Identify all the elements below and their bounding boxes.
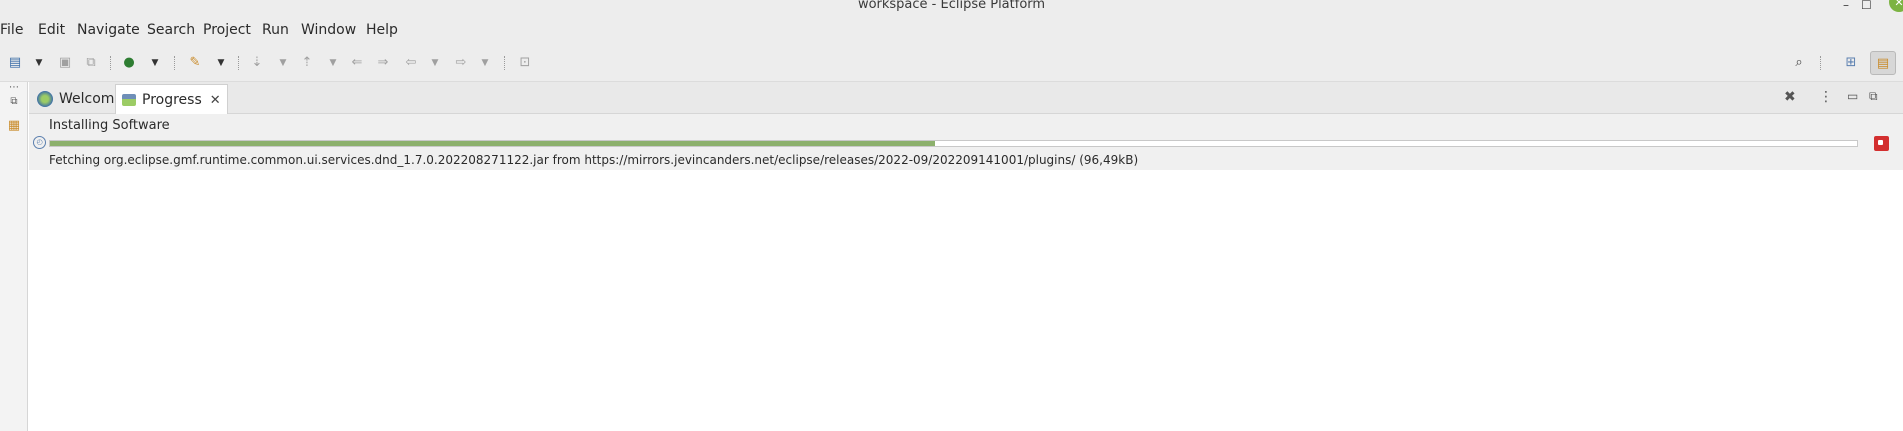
menu-edit[interactable]: Edit (38, 22, 65, 38)
progress-bar (49, 140, 1858, 147)
menu-run[interactable]: Run (262, 22, 289, 38)
project-explorer-icon[interactable]: ▦ (6, 118, 22, 133)
tab-progress-label: Progress (142, 92, 202, 108)
toolbar-separator (174, 56, 176, 70)
menu-help[interactable]: Help (366, 22, 398, 38)
menu-search[interactable]: Search (147, 22, 195, 38)
view-menu-icon[interactable]: ⋮ (1819, 89, 1833, 105)
trim-handle-icon[interactable]: ⋯ (6, 82, 22, 96)
remove-all-finished-icon[interactable]: ✖ (1784, 89, 1796, 105)
minimize-view-icon[interactable]: ▭ (1847, 89, 1858, 103)
restore-icon[interactable]: ⧉ (6, 96, 22, 110)
pin-editor-icon[interactable]: ⊡ (516, 54, 534, 72)
menu-window[interactable]: Window (301, 22, 356, 38)
tab-welcome-label: Welcome (59, 91, 124, 107)
close-tab-icon[interactable]: ✕ (210, 93, 221, 108)
left-trim-stack: ⋯ ⧉ ▦ (0, 82, 28, 431)
back-icon[interactable]: ⇦ (402, 54, 420, 72)
job-detail-text: Fetching org.eclipse.gmf.runtime.common.… (49, 153, 1139, 167)
debug-icon[interactable]: ● (120, 54, 138, 72)
maximize-icon[interactable]: ☐ (1861, 0, 1872, 12)
toolbar-separator (238, 56, 240, 70)
cancel-job-button[interactable] (1874, 136, 1889, 151)
next-annotation-icon[interactable]: ⇣ (248, 54, 266, 72)
save-icon[interactable]: ▣ (56, 54, 74, 72)
menu-bar: File Edit Navigate Search Project Run Wi… (0, 14, 1903, 46)
previous-annotation-icon[interactable]: ⇡ (298, 54, 316, 72)
view-tab-bar: Welcome Progress ✕ ✖ ⋮ ▭ ⧉ (29, 82, 1903, 115)
title-bar: workspace - Eclipse Platform – ☐ ✕ (0, 0, 1903, 14)
new-dropdown-icon[interactable]: ▼ (34, 54, 44, 72)
progress-view-icon (122, 94, 136, 106)
forward-dropdown-icon[interactable]: ▼ (480, 54, 490, 72)
debug-dropdown-icon[interactable]: ▼ (150, 54, 160, 72)
toolbar-separator (504, 56, 506, 70)
new-icon[interactable]: ▤ (6, 54, 24, 72)
next-annotation-dropdown-icon[interactable]: ▼ (278, 54, 288, 72)
minimize-icon[interactable]: – (1843, 0, 1849, 12)
save-all-icon[interactable]: ⧉ (82, 54, 100, 72)
menu-file[interactable]: File (0, 22, 23, 38)
progress-bar-fill (50, 141, 936, 146)
progress-job[interactable]: Installing Software ◴ Fetching org.eclip… (29, 114, 1903, 170)
job-status-icon: ◴ (33, 136, 46, 149)
back-dropdown-icon[interactable]: ▼ (430, 54, 440, 72)
welcome-icon (37, 91, 53, 107)
resource-perspective-icon[interactable]: ▤ (1870, 51, 1896, 75)
external-tools-icon[interactable]: ✎ (186, 54, 204, 72)
forward-icon[interactable]: ⇨ (452, 54, 470, 72)
toolbar-separator (1820, 56, 1822, 70)
open-perspective-icon[interactable]: ⊞ (1838, 51, 1864, 75)
main-toolbar: ▤ ▼ ▣ ⧉ ● ▼ ✎ ▼ ⇣ ▼ ⇡ ▼ ⇐ ⇒ ⇦ ▼ ⇨ ▼ ⊡ ⌕ … (0, 46, 1903, 82)
maximize-view-icon[interactable]: ⧉ (1869, 89, 1878, 104)
progress-view: Installing Software ◴ Fetching org.eclip… (29, 114, 1903, 431)
last-edit-forward-icon[interactable]: ⇒ (374, 54, 392, 72)
job-name: Installing Software (49, 118, 170, 133)
search-icon[interactable]: ⌕ (1790, 54, 1808, 72)
previous-annotation-dropdown-icon[interactable]: ▼ (328, 54, 338, 72)
menu-project[interactable]: Project (203, 22, 251, 38)
tab-progress[interactable]: Progress ✕ (115, 84, 228, 115)
last-edit-location-icon[interactable]: ⇐ (348, 54, 366, 72)
external-tools-dropdown-icon[interactable]: ▼ (216, 54, 226, 72)
window-title: workspace - Eclipse Platform (857, 0, 1046, 12)
menu-navigate[interactable]: Navigate (77, 22, 140, 38)
toolbar-separator (110, 56, 112, 70)
